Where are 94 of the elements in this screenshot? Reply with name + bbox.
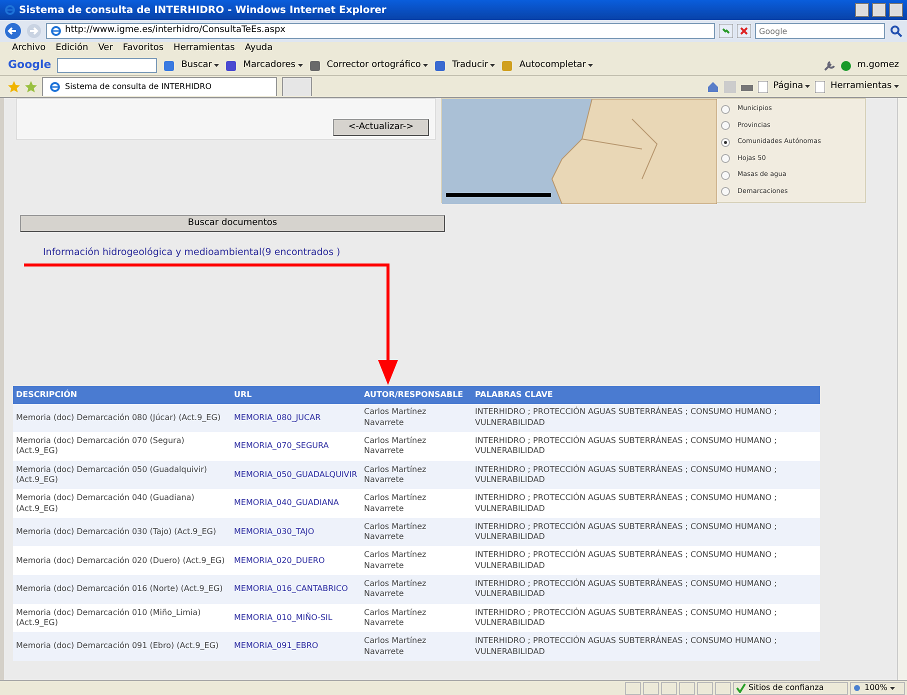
menu-item[interactable]: Archivo xyxy=(12,42,46,56)
menu-item[interactable]: Ayuda xyxy=(244,42,273,56)
toolbar-icon xyxy=(501,60,514,72)
column-header[interactable]: URL xyxy=(231,386,361,404)
table-cell-text: Carlos Martínez Navarrete xyxy=(364,636,428,657)
results-link[interactable]: Información hidrogeológica y medioambiental(9 encontrados ) xyxy=(43,247,340,258)
window-title: Sistema de consulta de INTERHIDRO - Windows Internet Explorer xyxy=(19,4,386,18)
google-logo: Google xyxy=(8,57,52,74)
status-bar-panel xyxy=(679,682,695,694)
table-cell-text: Carlos Martínez Navarrete xyxy=(364,464,428,486)
toolbar-icon xyxy=(434,60,446,72)
status-bar-panel xyxy=(643,682,659,694)
table-cell: INTERHIDRO ; PROTECCIÓN AGUAS SUBTERRÁNEAS ; CONSUMO HUMANO ; VULNERABILIDAD xyxy=(475,436,777,456)
table-cell: INTERHIDRO ; PROTECCIÓN AGUAS SUBTERRÁNEAS ; CONSUMO HUMANO ; VULNERABILIDAD xyxy=(475,578,777,598)
check-icon xyxy=(736,683,746,693)
toolbar-button[interactable]: Corrector ortográfico xyxy=(326,58,428,72)
zoom-control[interactable]: 100% xyxy=(850,682,905,694)
toolbar-button[interactable]: Autocompletar xyxy=(519,58,594,72)
table-cell: INTERHIDRO ; PROTECCIÓN AGUAS SUBTERRÁNEAS ; CONSUMO HUMANO ; VULNERABILIDAD xyxy=(475,522,777,542)
table-cell: INTERHIDRO ; PROTECCIÓN AGUAS SUBTERRÁNEAS ; CONSUMO HUMANO ; VULNERABILIDAD xyxy=(475,608,777,627)
table-cell: Memoria (doc) Demarcación 091 (Ebro) (Act.9_EG) xyxy=(16,641,219,650)
table-cell-text: Carlos Martínez Navarrete xyxy=(364,436,428,457)
new-tab-button[interactable] xyxy=(282,77,312,96)
table-cell: Memoria (doc) Demarcación 030 (Tajo) (Act.9_EG) xyxy=(16,526,216,536)
tab-title: Sistema de consulta de INTERHIDRO xyxy=(65,81,212,93)
menu-item[interactable]: Favoritos xyxy=(122,42,164,56)
caret-icon[interactable] xyxy=(894,85,899,88)
table-cell-text: Carlos Martínez Navarrete xyxy=(364,407,428,428)
browser-tab[interactable]: Sistema de consulta de INTERHIDRO xyxy=(42,77,277,96)
security-zone: Sitios de confianza xyxy=(748,682,824,694)
maximize-button[interactable] xyxy=(872,3,886,17)
table-cell: Memoria (doc) Demarcación 070 (Segura) (Act.9_EG) xyxy=(16,436,184,456)
toolbar-button[interactable]: Marcadores xyxy=(243,58,303,72)
address-bar[interactable]: http://www.igme.es/interhidro/ConsultaTeEs.aspx xyxy=(46,23,715,39)
table-cell: Memoria (doc) Demarcación 050 (Guadalquivir) (Act.9_EG) xyxy=(16,464,207,484)
table-cell: Memoria (doc) Demarcación 080 (Júcar) (Act.9_EG) xyxy=(16,412,221,422)
table-cell: Memoria (doc) Demarcación 010 (Miño_Limia) (Act.9_EG) xyxy=(16,608,201,627)
toolbar-icon xyxy=(163,60,176,72)
refresh-icon[interactable] xyxy=(719,24,733,38)
toolbar-button[interactable]: Buscar xyxy=(181,58,220,72)
ie-logo-icon xyxy=(49,81,61,93)
search-documents-button[interactable]: Buscar documentos xyxy=(20,215,445,232)
search-icon[interactable] xyxy=(889,24,903,38)
command-button[interactable]: Página xyxy=(773,80,810,94)
zoom-icon xyxy=(853,684,862,692)
home-icon[interactable] xyxy=(707,80,720,92)
status-bar-panel xyxy=(625,682,641,694)
column-header[interactable]: DESCRIPCIÓN xyxy=(13,386,231,404)
menu-item[interactable]: Herramientas xyxy=(174,42,235,56)
caret-icon[interactable] xyxy=(423,64,428,67)
close-icon[interactable] xyxy=(737,24,751,38)
toolbar-button[interactable]: Traducir xyxy=(452,58,496,72)
table-cell: Memoria (doc) Demarcación 020 (Duero) (Act.9_EG) xyxy=(16,556,225,565)
table-cell-text: Carlos Martínez Navarrete xyxy=(364,578,428,600)
status-bar-panel xyxy=(715,682,731,694)
vertical-scrollbar[interactable] xyxy=(897,98,907,680)
google-search-field[interactable] xyxy=(57,58,158,73)
search-field[interactable]: Google xyxy=(755,23,885,39)
table-cell: INTERHIDRO ; PROTECCIÓN AGUAS SUBTERRÁNEAS ; CONSUMO HUMANO ; VULNERABILIDAD xyxy=(475,407,777,427)
menu-item[interactable]: Edición xyxy=(56,42,88,56)
close-button[interactable] xyxy=(889,3,903,17)
table-cell: INTERHIDRO ; PROTECCIÓN AGUAS SUBTERRÁNEAS ; CONSUMO HUMANO ; VULNERABILIDAD xyxy=(475,550,777,570)
table-cell: Memoria (doc) Demarcación 040 (Guadiana) (Act.9_EG) xyxy=(16,493,194,513)
ie-logo-icon xyxy=(4,4,16,16)
minimize-button[interactable] xyxy=(855,3,869,17)
table-cell: Memoria (doc) Demarcación 016 (Norte) (Act.9_EG) xyxy=(16,584,223,594)
update-button[interactable]: <-Actualizar-> xyxy=(333,119,429,136)
toolbar-icon xyxy=(225,60,238,72)
toolbar-icon xyxy=(308,60,321,72)
status-bar-panel xyxy=(697,682,713,694)
url-text: http://www.igme.es/interhidro/ConsultaTeEs.aspx xyxy=(65,24,286,38)
star-icon[interactable] xyxy=(8,80,20,92)
menu-item[interactable]: Ver xyxy=(98,42,113,56)
back-icon[interactable] xyxy=(4,22,22,40)
table-cell-text: Carlos Martínez Navarrete xyxy=(364,522,428,543)
status-dot-icon xyxy=(841,60,852,70)
wrench-icon[interactable] xyxy=(823,60,836,72)
caret-icon[interactable] xyxy=(298,64,303,67)
table-cell-text: Carlos Martínez Navarrete xyxy=(364,493,428,514)
caret-icon[interactable] xyxy=(588,64,594,67)
table-cell-text: Carlos Martínez Navarrete xyxy=(364,608,428,628)
command-button[interactable]: Herramientas xyxy=(830,80,899,94)
column-header[interactable]: AUTOR/RESPONSABLE xyxy=(361,386,472,404)
column-header[interactable]: PALABRAS CLAVE xyxy=(472,386,820,404)
user-name[interactable]: m.gomez xyxy=(857,58,899,72)
caret-icon[interactable] xyxy=(805,85,810,88)
caret-icon[interactable] xyxy=(490,64,496,67)
table-cell: INTERHIDRO ; PROTECCIÓN AGUAS SUBTERRÁNEAS ; CONSUMO HUMANO ; VULNERABILIDAD xyxy=(475,636,777,656)
status-bar-panel xyxy=(661,682,677,694)
table-cell: INTERHIDRO ; PROTECCIÓN AGUAS SUBTERRÁNEAS ; CONSUMO HUMANO ; VULNERABILIDAD xyxy=(475,464,777,484)
table-cell-text: Carlos Martínez Navarrete xyxy=(364,550,428,572)
table-cell: INTERHIDRO ; PROTECCIÓN AGUAS SUBTERRÁNEAS ; CONSUMO HUMANO ; VULNERABILIDAD xyxy=(475,493,777,513)
caret-icon[interactable] xyxy=(890,686,895,690)
caret-icon[interactable] xyxy=(214,64,220,67)
